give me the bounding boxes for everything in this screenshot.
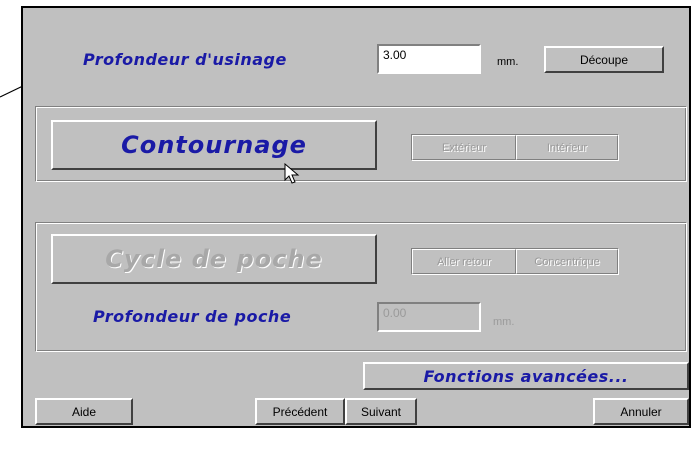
cancel-button[interactable]: Annuler bbox=[593, 398, 689, 425]
advanced-functions-label: Fonctions avancées... bbox=[423, 366, 629, 386]
help-button[interactable]: Aide bbox=[35, 398, 133, 425]
previous-button[interactable]: Précédent bbox=[255, 398, 345, 425]
machining-depth-label: Profondeur d'usinage bbox=[83, 50, 287, 69]
machining-depth-input[interactable]: 3.00 bbox=[377, 44, 481, 74]
mouse-cursor-icon bbox=[284, 163, 300, 184]
option-interior[interactable]: Intérieur bbox=[516, 135, 618, 160]
pocket-cycle-button[interactable]: Cycle de poche bbox=[51, 234, 377, 284]
pocket-mode-selector: Aller retour Concentrique bbox=[411, 248, 619, 275]
option-concentric[interactable]: Concentrique bbox=[516, 249, 618, 274]
machining-depth-unit: mm. bbox=[497, 56, 519, 68]
cut-button[interactable]: Découpe bbox=[544, 46, 664, 73]
option-back-and-forth[interactable]: Aller retour bbox=[412, 249, 516, 274]
machining-dialog: Profondeur d'usinage 3.00 mm. Découpe Co… bbox=[21, 6, 691, 428]
advanced-functions-button[interactable]: Fonctions avancées... bbox=[363, 362, 689, 390]
contour-button[interactable]: Contournage bbox=[51, 120, 377, 170]
pocket-depth-unit: mm. bbox=[493, 316, 515, 328]
pocket-depth-input[interactable]: 0.00 bbox=[377, 302, 481, 332]
next-button[interactable]: Suivant bbox=[345, 398, 417, 425]
pocket-depth-label: Profondeur de poche bbox=[93, 307, 292, 326]
contour-side-selector: Extérieur Intérieur bbox=[411, 134, 619, 161]
option-exterior[interactable]: Extérieur bbox=[412, 135, 516, 160]
